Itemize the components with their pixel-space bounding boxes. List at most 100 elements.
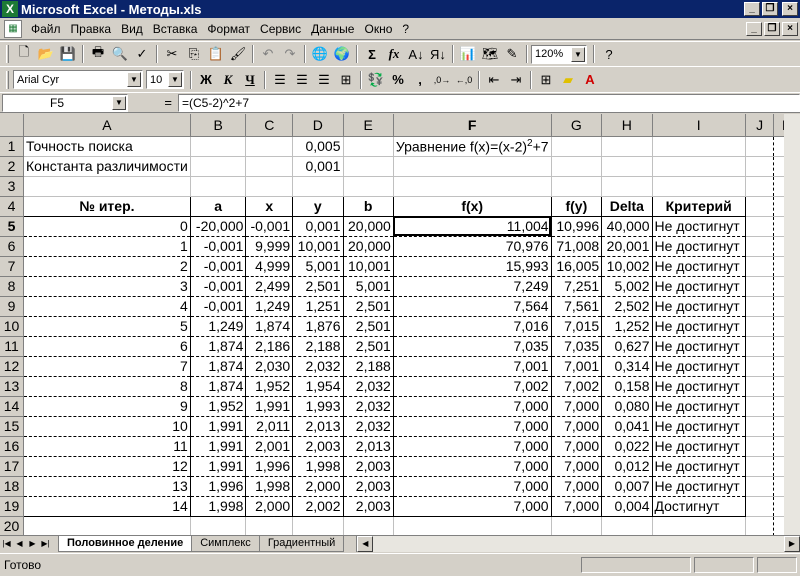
print-preview-icon[interactable]: 🔍 [109, 43, 131, 65]
cell-j18[interactable] [745, 476, 775, 497]
cell-g8[interactable]: 7,251 [550, 276, 603, 297]
cell-g10[interactable]: 7,015 [550, 316, 603, 337]
column-header-j[interactable]: J [745, 114, 775, 137]
tab-simplex[interactable]: Симплекс [191, 536, 260, 552]
row-header-4[interactable]: 4 [0, 196, 25, 217]
cell-f14[interactable]: 7,000 [392, 396, 552, 417]
cell-d8[interactable]: 2,501 [292, 276, 344, 297]
cell-f16[interactable]: 7,000 [392, 436, 552, 457]
new-icon[interactable]: 🗋 [13, 43, 35, 65]
cell-c15[interactable]: 2,011 [245, 416, 294, 437]
cell-e11[interactable]: 2,501 [342, 336, 394, 357]
cell-f3[interactable] [393, 176, 552, 197]
cell-a4[interactable]: № итер. [23, 195, 191, 217]
cell-i14[interactable]: Не достигнут [651, 396, 746, 417]
cell-f2[interactable] [393, 156, 552, 177]
cell-d4[interactable]: y [292, 195, 344, 217]
cell-j20[interactable] [745, 516, 775, 535]
cell-c6[interactable]: 9,999 [245, 236, 294, 257]
scroll-left-icon[interactable]: ◀ [357, 536, 374, 552]
menu-help[interactable]: ? [397, 22, 414, 36]
align-right-icon[interactable]: ☰ [313, 69, 335, 91]
cell-g14[interactable]: 7,000 [550, 396, 603, 417]
cell-c5[interactable]: -0,001 [245, 216, 294, 237]
zoom-select[interactable]: 120% ▼ [531, 44, 587, 64]
cell-j15[interactable] [745, 416, 775, 437]
cell-b17[interactable]: 1,991 [189, 456, 247, 477]
undo-icon[interactable]: ↶ [257, 43, 279, 65]
row-header-20[interactable]: 20 [0, 516, 25, 535]
merge-center-icon[interactable]: ⊞ [335, 69, 357, 91]
cell-a12[interactable]: 7 [23, 356, 191, 377]
paste-icon[interactable]: 📋 [205, 43, 227, 65]
cell-e3[interactable] [343, 176, 394, 197]
row-header-10[interactable]: 10 [0, 316, 25, 337]
cell-h19[interactable]: 0,004 [601, 496, 653, 517]
cell-h17[interactable]: 0,012 [601, 456, 653, 477]
cell-d17[interactable]: 1,998 [292, 456, 344, 477]
cell-h7[interactable]: 10,002 [601, 256, 653, 277]
cell-e1[interactable] [343, 136, 394, 157]
cell-g18[interactable]: 7,000 [550, 476, 603, 497]
cell-j16[interactable] [745, 436, 775, 457]
cell-e8[interactable]: 5,001 [342, 276, 394, 297]
cell-h1[interactable] [601, 136, 653, 157]
cell-i4[interactable]: Критерий [651, 195, 746, 217]
cell-e10[interactable]: 2,501 [342, 316, 394, 337]
cell-a13[interactable]: 8 [23, 376, 191, 397]
column-header-h[interactable]: H [601, 114, 653, 137]
underline-button[interactable]: Ч [239, 69, 261, 91]
map-icon[interactable]: 🗺 [479, 43, 501, 65]
cell-e12[interactable]: 2,188 [342, 356, 394, 377]
cell-h10[interactable]: 1,252 [601, 316, 653, 337]
row-header-15[interactable]: 15 [0, 416, 25, 437]
cell-i5[interactable]: Не достигнут [651, 216, 746, 237]
cell-d3[interactable] [292, 176, 344, 197]
tab-gradient[interactable]: Градиентный [258, 536, 345, 552]
cell-a8[interactable]: 3 [23, 276, 191, 297]
menu-file[interactable]: Файл [26, 22, 66, 36]
font-color-icon[interactable]: A [579, 69, 601, 91]
cell-b19[interactable]: 1,998 [189, 496, 247, 517]
cell-d7[interactable]: 5,001 [292, 256, 344, 277]
chevron-down-icon[interactable]: ▼ [571, 46, 585, 62]
cell-c1[interactable] [245, 136, 294, 157]
cell-a7[interactable]: 2 [23, 256, 191, 277]
cell-g9[interactable]: 7,561 [550, 296, 603, 317]
web-toolbar-icon[interactable]: 🌍 [331, 43, 353, 65]
last-sheet-icon[interactable]: ▶| [39, 537, 52, 551]
cell-d16[interactable]: 2,003 [292, 436, 344, 457]
cell-j9[interactable] [745, 296, 775, 317]
cell-a14[interactable]: 9 [23, 396, 191, 417]
cell-a10[interactable]: 5 [23, 316, 191, 337]
print-icon[interactable]: 🖶 [87, 43, 109, 65]
chevron-down-icon[interactable]: ▼ [112, 95, 126, 110]
cell-a20[interactable] [23, 516, 191, 535]
cell-f9[interactable]: 7,564 [392, 296, 552, 317]
cell-i20[interactable] [652, 516, 746, 535]
vertical-scrollbar[interactable] [784, 114, 800, 535]
cell-f7[interactable]: 15,993 [392, 256, 552, 277]
cell-c17[interactable]: 1,996 [245, 456, 294, 477]
menu-insert[interactable]: Вставка [148, 22, 203, 36]
row-header-3[interactable]: 3 [0, 176, 25, 197]
cell-e7[interactable]: 10,001 [342, 256, 394, 277]
maximize-button[interactable]: ❐ [762, 2, 778, 16]
doc-close-button[interactable]: × [782, 21, 798, 36]
drawing-icon[interactable]: ✎ [501, 43, 523, 65]
cell-c4[interactable]: x [245, 195, 294, 217]
cell-i19[interactable]: Достигнут [651, 496, 746, 517]
cell-b1[interactable] [190, 136, 247, 157]
copy-icon[interactable]: ⎘ [183, 43, 205, 65]
cell-b4[interactable]: a [189, 195, 247, 217]
cell-a2[interactable]: Константа различимости [23, 156, 191, 177]
cell-e15[interactable]: 2,032 [342, 416, 394, 437]
cell-c7[interactable]: 4,999 [245, 256, 294, 277]
cell-f15[interactable]: 7,000 [392, 416, 552, 437]
row-header-19[interactable]: 19 [0, 496, 25, 517]
cell-a9[interactable]: 4 [23, 296, 191, 317]
column-header-a[interactable]: A [23, 114, 191, 137]
menu-format[interactable]: Формат [202, 22, 255, 36]
workbook-icon[interactable]: ▦ [4, 19, 22, 38]
cell-i18[interactable]: Не достигнут [651, 476, 746, 497]
